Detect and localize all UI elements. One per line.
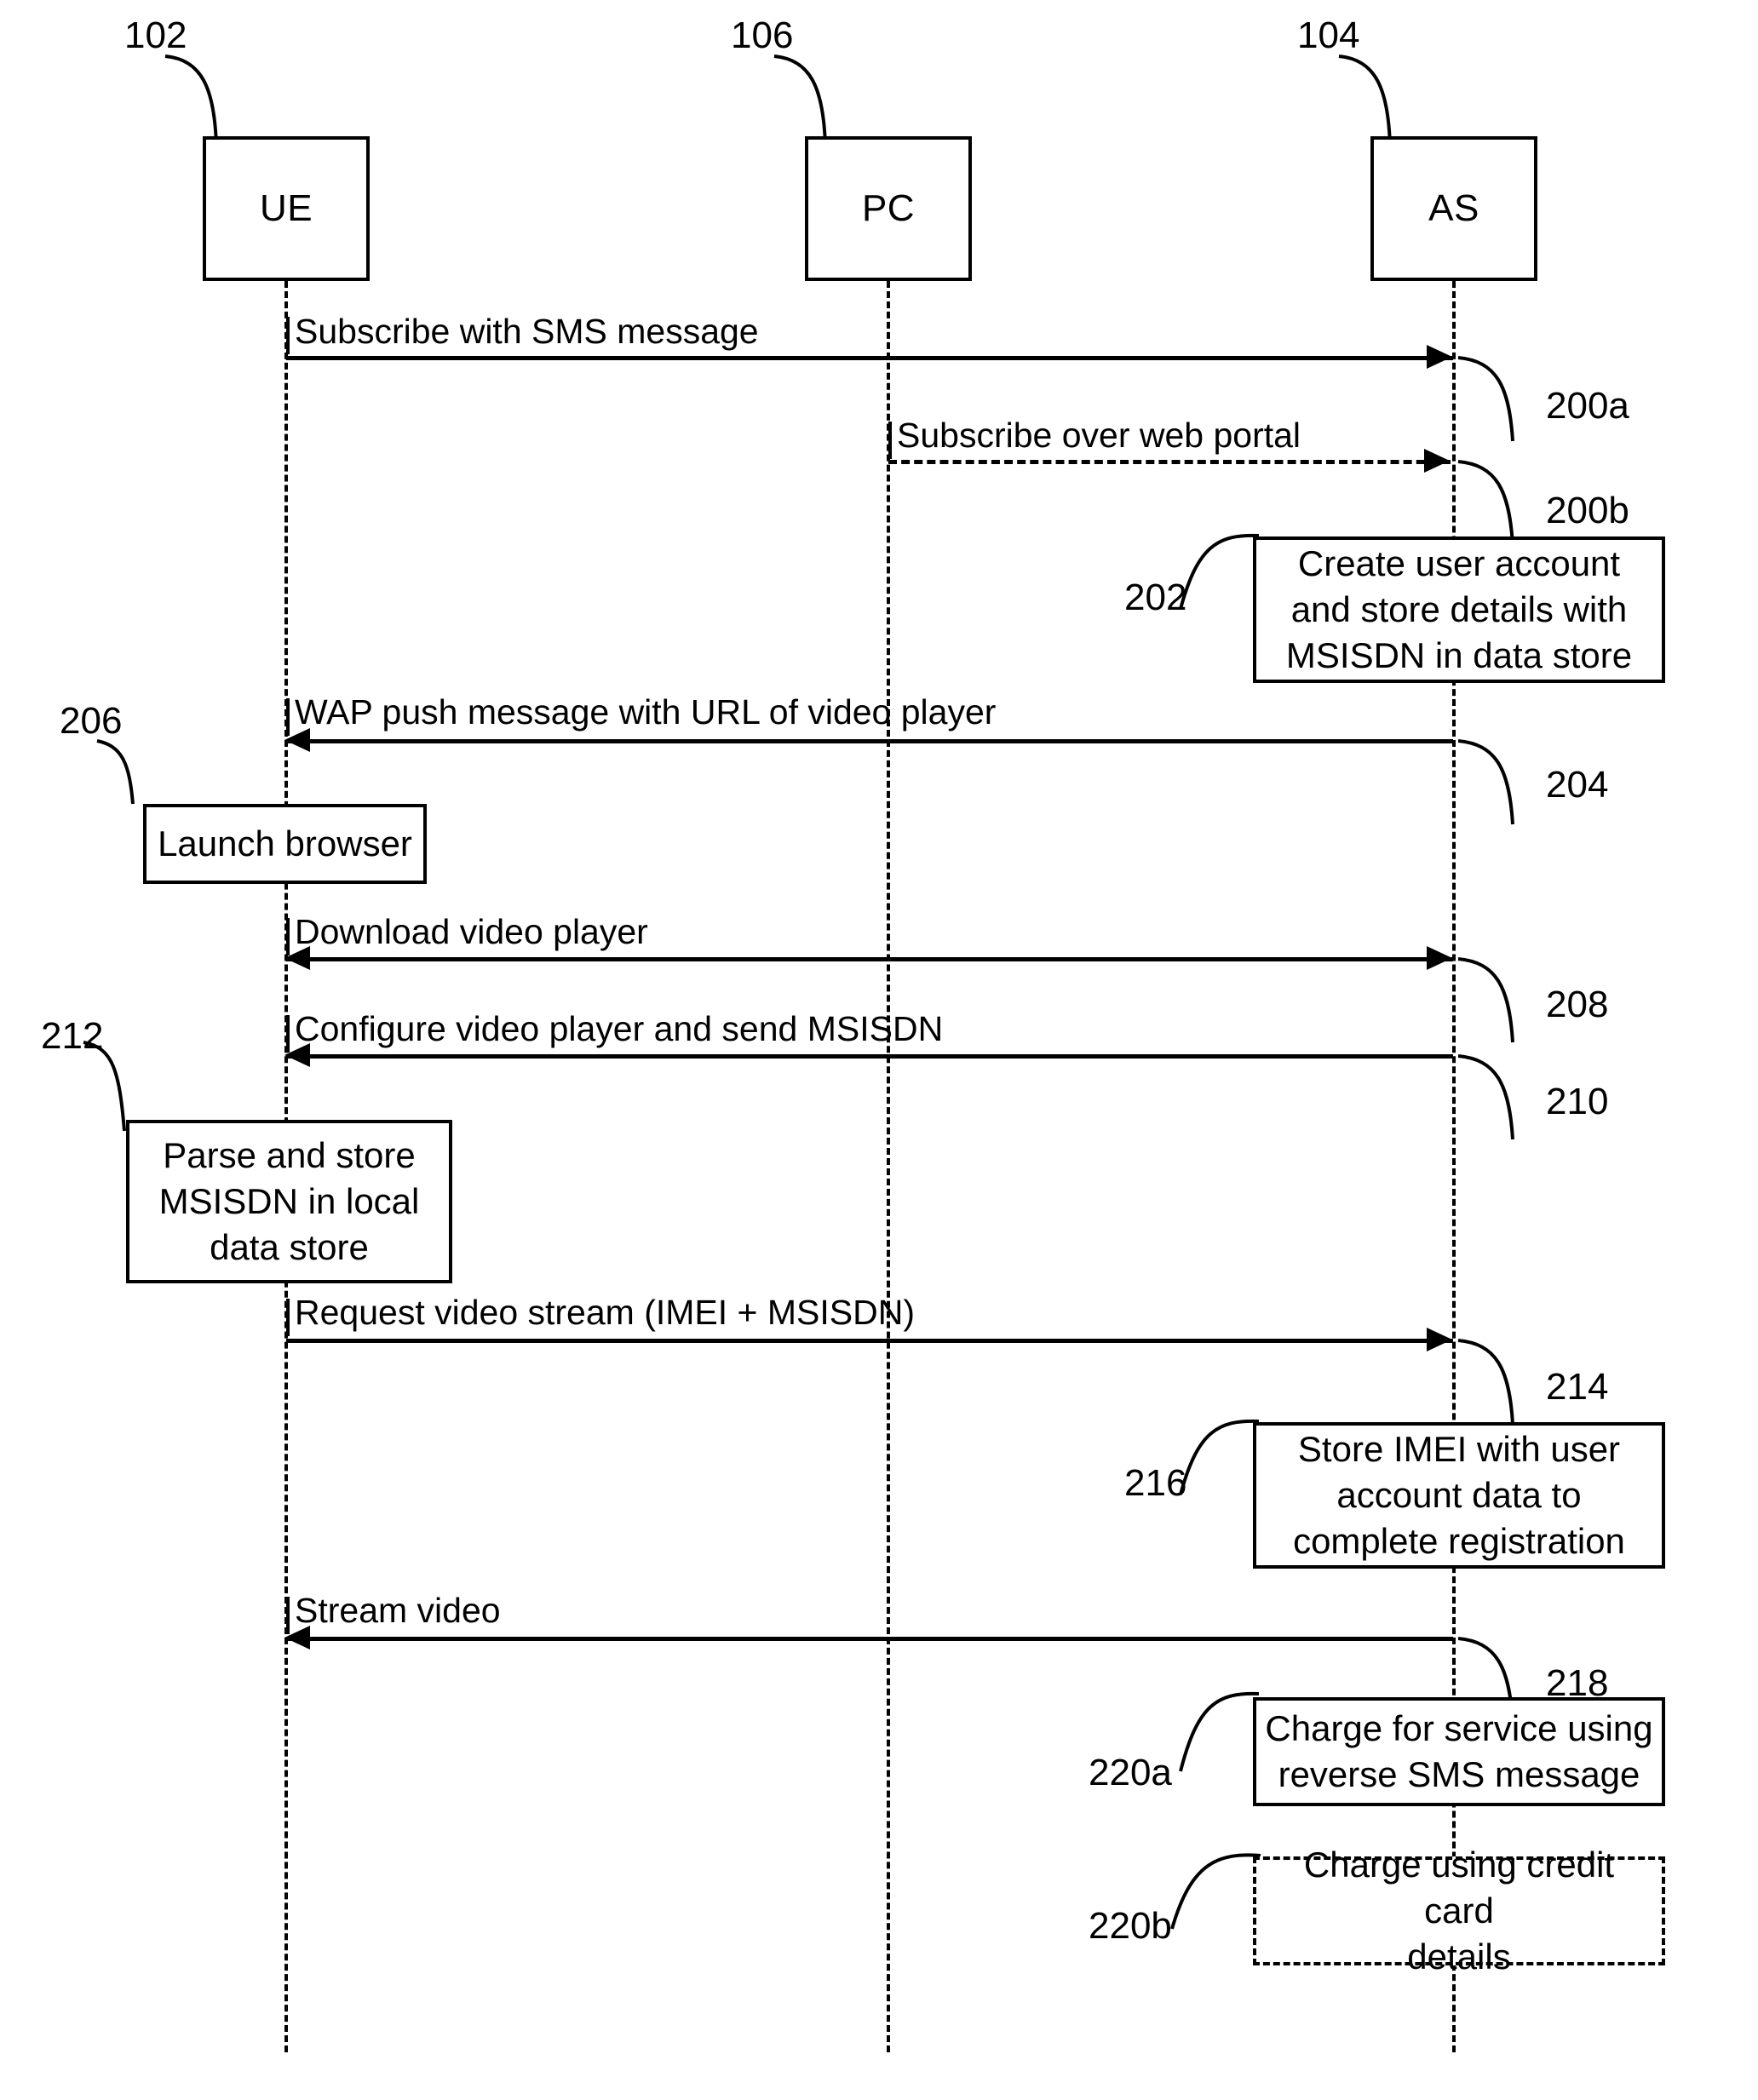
msg-line-200b	[888, 460, 1451, 464]
leader-line-202	[1179, 533, 1260, 610]
msg-line-218	[286, 1637, 1453, 1641]
ref-numeral-214: 214	[1546, 1366, 1609, 1408]
proc-216-line-1: Store IMEI with user	[1297, 1429, 1621, 1470]
actor-label-ue: UE	[259, 187, 313, 229]
leader-line-216	[1179, 1419, 1260, 1495]
ref-numeral-206: 206	[60, 700, 123, 742]
actor-box-pc: PC	[805, 136, 972, 281]
process-box-220a-text: Charge for service using reverse SMS mes…	[1265, 1706, 1652, 1798]
msg-arrowhead-200a	[1427, 345, 1452, 369]
msg-arrowhead-208-right	[1427, 946, 1452, 970]
leader-line-200a	[1457, 356, 1514, 442]
msg-label-208: Download video player	[295, 912, 648, 951]
ref-numeral-208: 208	[1546, 984, 1609, 1025]
process-box-206: Launch browser	[143, 804, 427, 884]
process-box-212: Parse and store MSISDN in local data sto…	[126, 1120, 452, 1283]
proc-220a-line-2: reverse SMS message	[1278, 1754, 1640, 1794]
process-box-206-text: Launch browser	[158, 821, 412, 867]
msg-arrowhead-208-left	[284, 946, 310, 970]
msg-line-210	[286, 1054, 1453, 1059]
proc-206-line-1: Launch browser	[158, 823, 412, 864]
process-box-220a: Charge for service using reverse SMS mes…	[1253, 1697, 1665, 1806]
proc-216-line-3: complete registration	[1293, 1520, 1625, 1561]
proc-216-line-2: account data to	[1336, 1475, 1582, 1516]
msg-arrowhead-204	[284, 728, 310, 752]
ref-numeral-106: 106	[731, 14, 794, 56]
actor-box-as: AS	[1370, 136, 1537, 281]
actor-label-pc: PC	[861, 187, 916, 229]
msg-line-200a	[286, 356, 1453, 360]
proc-212-line-1: Parse and store	[163, 1135, 416, 1176]
msg-200b-tick	[888, 422, 892, 459]
leader-line-220a	[1179, 1691, 1260, 1772]
leader-line-206	[96, 739, 135, 805]
msg-line-204	[286, 739, 1453, 743]
ref-numeral-104: 104	[1297, 14, 1360, 56]
msg-label-200a: Subscribe with SMS message	[295, 312, 759, 351]
msg-arrowhead-200b	[1424, 449, 1450, 473]
leader-line-210	[1457, 1054, 1514, 1140]
msg-label-200b: Subscribe over web portal	[897, 416, 1301, 455]
process-box-202-text: Create user account and store details wi…	[1286, 541, 1632, 678]
msg-label-210: Configure video player and send MSISDN	[295, 1009, 944, 1048]
proc-220a-line-1: Charge for service using	[1265, 1708, 1653, 1749]
proc-220b-line-1: Charge using credit card	[1303, 1845, 1615, 1931]
ref-numeral-220a: 220a	[1089, 1752, 1172, 1793]
proc-202-line-3: MSISDN in data store	[1285, 634, 1633, 675]
msg-arrowhead-214	[1427, 1328, 1452, 1351]
leader-line-204	[1457, 739, 1514, 825]
process-box-220b-text: Charge using credit card details	[1265, 1842, 1653, 1979]
process-box-212-text: Parse and store MSISDN in local data sto…	[159, 1133, 420, 1270]
ref-numeral-210: 210	[1546, 1081, 1609, 1122]
msg-arrowhead-210	[284, 1043, 310, 1067]
ref-numeral-200b: 200b	[1546, 490, 1629, 531]
process-box-216-text: Store IMEI with user account data to com…	[1293, 1426, 1625, 1564]
leader-line-208	[1457, 957, 1514, 1043]
ref-numeral-102: 102	[124, 14, 187, 56]
actor-label-as: AS	[1428, 187, 1479, 229]
msg-line-214	[286, 1339, 1453, 1343]
msg-label-218: Stream video	[295, 1591, 501, 1630]
proc-202-line-1: Create user account	[1297, 543, 1621, 584]
proc-212-line-3: data store	[210, 1226, 369, 1267]
proc-212-line-2: MSISDN in local	[158, 1181, 420, 1222]
msg-200a-tick	[286, 317, 290, 354]
process-box-220b: Charge using credit card details	[1253, 1845, 1665, 1977]
process-box-216: Store IMEI with user account data to com…	[1253, 1422, 1665, 1569]
ref-numeral-204: 204	[1546, 764, 1609, 806]
msg-arrowhead-218	[284, 1626, 310, 1650]
leader-line-220b	[1170, 1853, 1261, 1930]
msg-214-tick	[286, 1299, 290, 1336]
msg-label-214: Request video stream (IMEI + MSISDN)	[295, 1293, 915, 1332]
patent-sequence-diagram: 102 106 104 UE PC AS Subscribe with SMS …	[0, 0, 1758, 2100]
leader-line-214	[1457, 1339, 1514, 1425]
proc-220b-line-2: details	[1407, 1936, 1511, 1977]
ref-numeral-200a: 200a	[1546, 385, 1629, 427]
lifeline-pc	[887, 281, 890, 2052]
process-box-202: Create user account and store details wi…	[1253, 536, 1665, 683]
msg-label-204: WAP push message with URL of video playe…	[295, 692, 997, 732]
actor-box-ue: UE	[203, 136, 370, 281]
msg-line-208	[286, 957, 1453, 961]
proc-202-line-2: and store details with	[1290, 589, 1628, 630]
